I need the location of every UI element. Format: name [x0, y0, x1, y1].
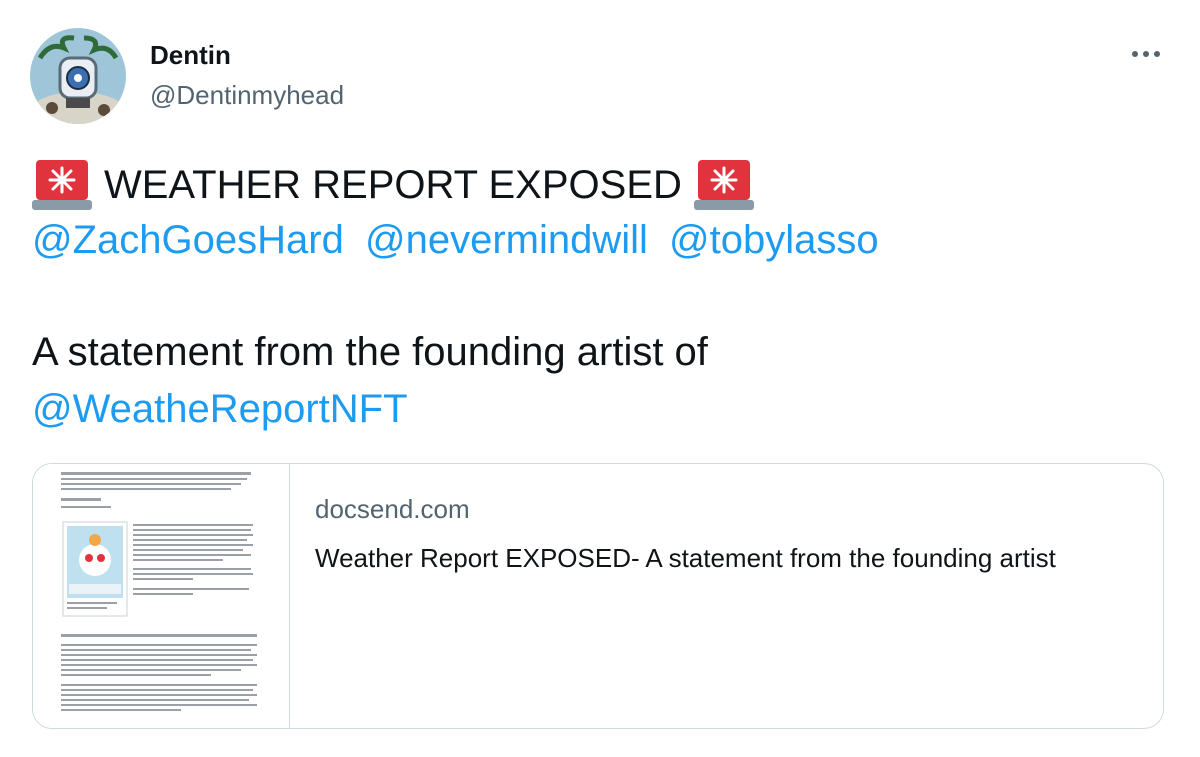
user-handle[interactable]: @Dentinmyhead: [150, 80, 344, 111]
mention-link[interactable]: @tobylasso: [669, 218, 879, 262]
mention-link[interactable]: @ZachGoesHard: [32, 218, 344, 262]
more-options-button[interactable]: [1128, 40, 1164, 68]
mention-link[interactable]: @WeatheReportNFT: [32, 387, 408, 432]
link-card[interactable]: docsend.com Weather Report EXPOSED- A st…: [32, 463, 1164, 729]
statement-text: A statement from the founding artist of: [32, 330, 708, 374]
mentions-line: @ZachGoesHard @nevermindwill @tobylasso: [32, 218, 889, 263]
link-card-domain: docsend.com: [315, 494, 470, 524]
more-horizontal-icon: [1132, 51, 1160, 57]
document-preview-thumbnail: [33, 464, 290, 728]
link-card-title: Weather Report EXPOSED- A statement from…: [315, 543, 1056, 573]
headline-text: WEATHER REPORT EXPOSED: [104, 162, 682, 207]
avatar[interactable]: [30, 28, 126, 124]
police-car-light-icon: [693, 156, 754, 214]
tweet-headline: WEATHER REPORT EXPOSED: [32, 155, 754, 215]
avatar-image: [30, 28, 126, 124]
tweet: Dentin @Dentinmyhead WEATHER REPORT EXPO…: [0, 0, 1200, 757]
display-name[interactable]: Dentin: [150, 40, 231, 71]
police-car-light-icon: [32, 156, 92, 214]
mention-link[interactable]: @nevermindwill: [365, 218, 648, 262]
